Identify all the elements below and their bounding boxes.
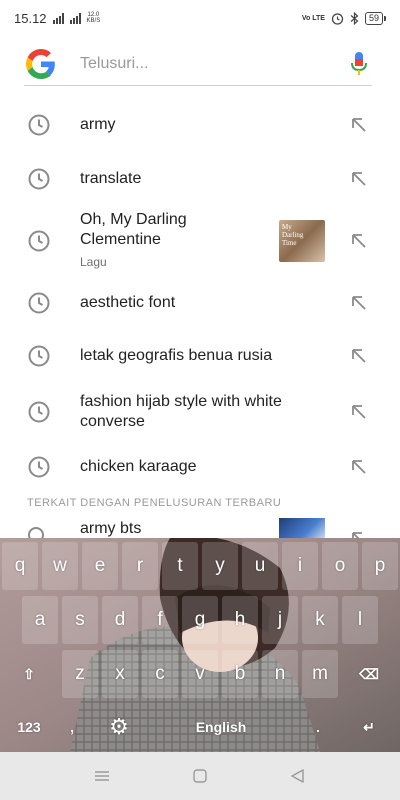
- key-o[interactable]: o: [322, 542, 358, 590]
- suggestion-label: army bts: [80, 520, 142, 537]
- history-clock-icon: [28, 456, 50, 478]
- history-clock-icon: [28, 345, 50, 367]
- fill-query-arrow-icon[interactable]: [350, 116, 368, 134]
- keyboard: q w e r t y u i o p a s d f g h j k l ⇧ z x c v b n m ⌫ 123, ⚙ English…: [0, 538, 400, 752]
- fill-query-arrow-icon[interactable]: [350, 458, 368, 476]
- suggestion-item[interactable]: translate: [0, 154, 400, 204]
- history-clock-icon: [28, 401, 50, 423]
- key-a[interactable]: a: [22, 596, 58, 644]
- net-speed-unit: KB/S: [86, 18, 101, 24]
- key-h[interactable]: h: [222, 596, 258, 644]
- space-bar[interactable]: English: [146, 704, 296, 750]
- related-section-heading: TERKAIT DENGAN PENELUSURAN TERBARU: [27, 497, 282, 509]
- google-logo-icon: [26, 48, 55, 79]
- status-bar: 15.12 12.0 KB/S Vo LTE 59: [0, 0, 400, 36]
- search-icon: [28, 527, 44, 538]
- key-k[interactable]: k: [302, 596, 338, 644]
- comma-key[interactable]: ,: [58, 704, 86, 750]
- suggestion-label: fashion hijab style with white converse: [80, 393, 282, 430]
- suggestion-list: army translate Oh, My Darling Clementine…: [0, 96, 400, 494]
- suggestion-label: chicken karaage: [80, 458, 197, 475]
- related-suggestion-item[interactable]: army bts: [0, 516, 400, 538]
- history-clock-icon: [28, 230, 50, 252]
- shift-key[interactable]: ⇧: [2, 650, 56, 698]
- back-icon[interactable]: [289, 769, 307, 783]
- search-bar[interactable]: [24, 42, 372, 86]
- fill-query-arrow-icon[interactable]: [350, 294, 368, 312]
- signal-2-icon: [69, 12, 81, 24]
- suggestion-item[interactable]: chicken karaage: [0, 440, 400, 494]
- key-b[interactable]: b: [222, 650, 258, 698]
- fill-query-arrow-icon[interactable]: [350, 232, 368, 250]
- battery-level: 59: [364, 11, 383, 25]
- key-u[interactable]: u: [242, 542, 278, 590]
- home-icon[interactable]: [191, 769, 209, 783]
- search-input[interactable]: [80, 54, 320, 73]
- key-c[interactable]: c: [142, 650, 178, 698]
- key-t[interactable]: t: [162, 542, 198, 590]
- key-d[interactable]: d: [102, 596, 138, 644]
- fill-query-arrow-icon[interactable]: [350, 170, 368, 188]
- suggestion-label: aesthetic font: [80, 294, 176, 311]
- suggestion-item[interactable]: letak geografis benua rusia: [0, 328, 400, 384]
- key-s[interactable]: s: [62, 596, 98, 644]
- suggestion-title: Oh, My Darling Clementine: [80, 211, 187, 248]
- suggestion-item[interactable]: army: [0, 96, 400, 154]
- key-z[interactable]: z: [62, 650, 98, 698]
- suggestion-item[interactable]: fashion hijab style with white converse: [0, 384, 400, 440]
- bluetooth-icon: [350, 11, 359, 25]
- key-q[interactable]: q: [2, 542, 38, 590]
- mic-icon[interactable]: [350, 51, 368, 77]
- key-x[interactable]: x: [102, 650, 138, 698]
- history-clock-icon: [28, 114, 50, 136]
- suggestion-label: letak geografis benua rusia: [80, 347, 273, 364]
- suggestion-item[interactable]: aesthetic font: [0, 278, 400, 328]
- volte-indicator: Vo LTE: [301, 14, 325, 22]
- key-f[interactable]: f: [142, 596, 178, 644]
- suggestion-subtitle: Lagu: [80, 255, 107, 269]
- song-thumbnail: My Darling Time: [279, 220, 325, 262]
- status-left: 15.12 12.0 KB/S: [14, 11, 100, 26]
- suggestion-label: Oh, My Darling Clementine Lagu: [80, 210, 270, 272]
- menu-icon[interactable]: [93, 769, 111, 783]
- net-speed: 12.0 KB/S: [87, 12, 101, 24]
- fill-query-arrow-icon[interactable]: [350, 403, 368, 421]
- signal-icon: [52, 12, 64, 24]
- fill-query-arrow-icon[interactable]: [350, 530, 368, 538]
- navigation-bar: [0, 752, 400, 800]
- fill-query-arrow-icon[interactable]: [350, 347, 368, 365]
- key-w[interactable]: w: [42, 542, 78, 590]
- related-thumbnail: [279, 518, 325, 538]
- key-m[interactable]: m: [302, 650, 338, 698]
- key-p[interactable]: p: [362, 542, 398, 590]
- key-j[interactable]: j: [262, 596, 298, 644]
- battery-icon: 59: [364, 11, 386, 25]
- key-l[interactable]: l: [342, 596, 378, 644]
- thumbnail-text: My Darling Time: [282, 223, 304, 247]
- status-right: Vo LTE 59: [301, 11, 386, 25]
- key-r[interactable]: r: [122, 542, 158, 590]
- settings-gear-icon[interactable]: ⚙: [96, 704, 142, 750]
- status-time: 15.12: [14, 10, 47, 26]
- key-i[interactable]: i: [282, 542, 318, 590]
- key-y[interactable]: y: [202, 542, 238, 590]
- backspace-key[interactable]: ⌫: [342, 650, 396, 698]
- suggestion-label: army: [80, 116, 116, 133]
- enter-key[interactable]: ↵: [342, 704, 396, 750]
- alarm-icon: [331, 12, 344, 25]
- key-e[interactable]: e: [82, 542, 118, 590]
- history-clock-icon: [28, 168, 50, 190]
- suggestion-label: translate: [80, 170, 142, 187]
- history-clock-icon: [28, 292, 50, 314]
- key-g[interactable]: g: [182, 596, 218, 644]
- key-n[interactable]: n: [262, 650, 298, 698]
- period-key[interactable]: .: [300, 704, 336, 750]
- key-v[interactable]: v: [182, 650, 218, 698]
- numbers-key[interactable]: 123: [2, 704, 56, 750]
- suggestion-item[interactable]: Oh, My Darling Clementine Lagu My Darlin…: [0, 204, 400, 278]
